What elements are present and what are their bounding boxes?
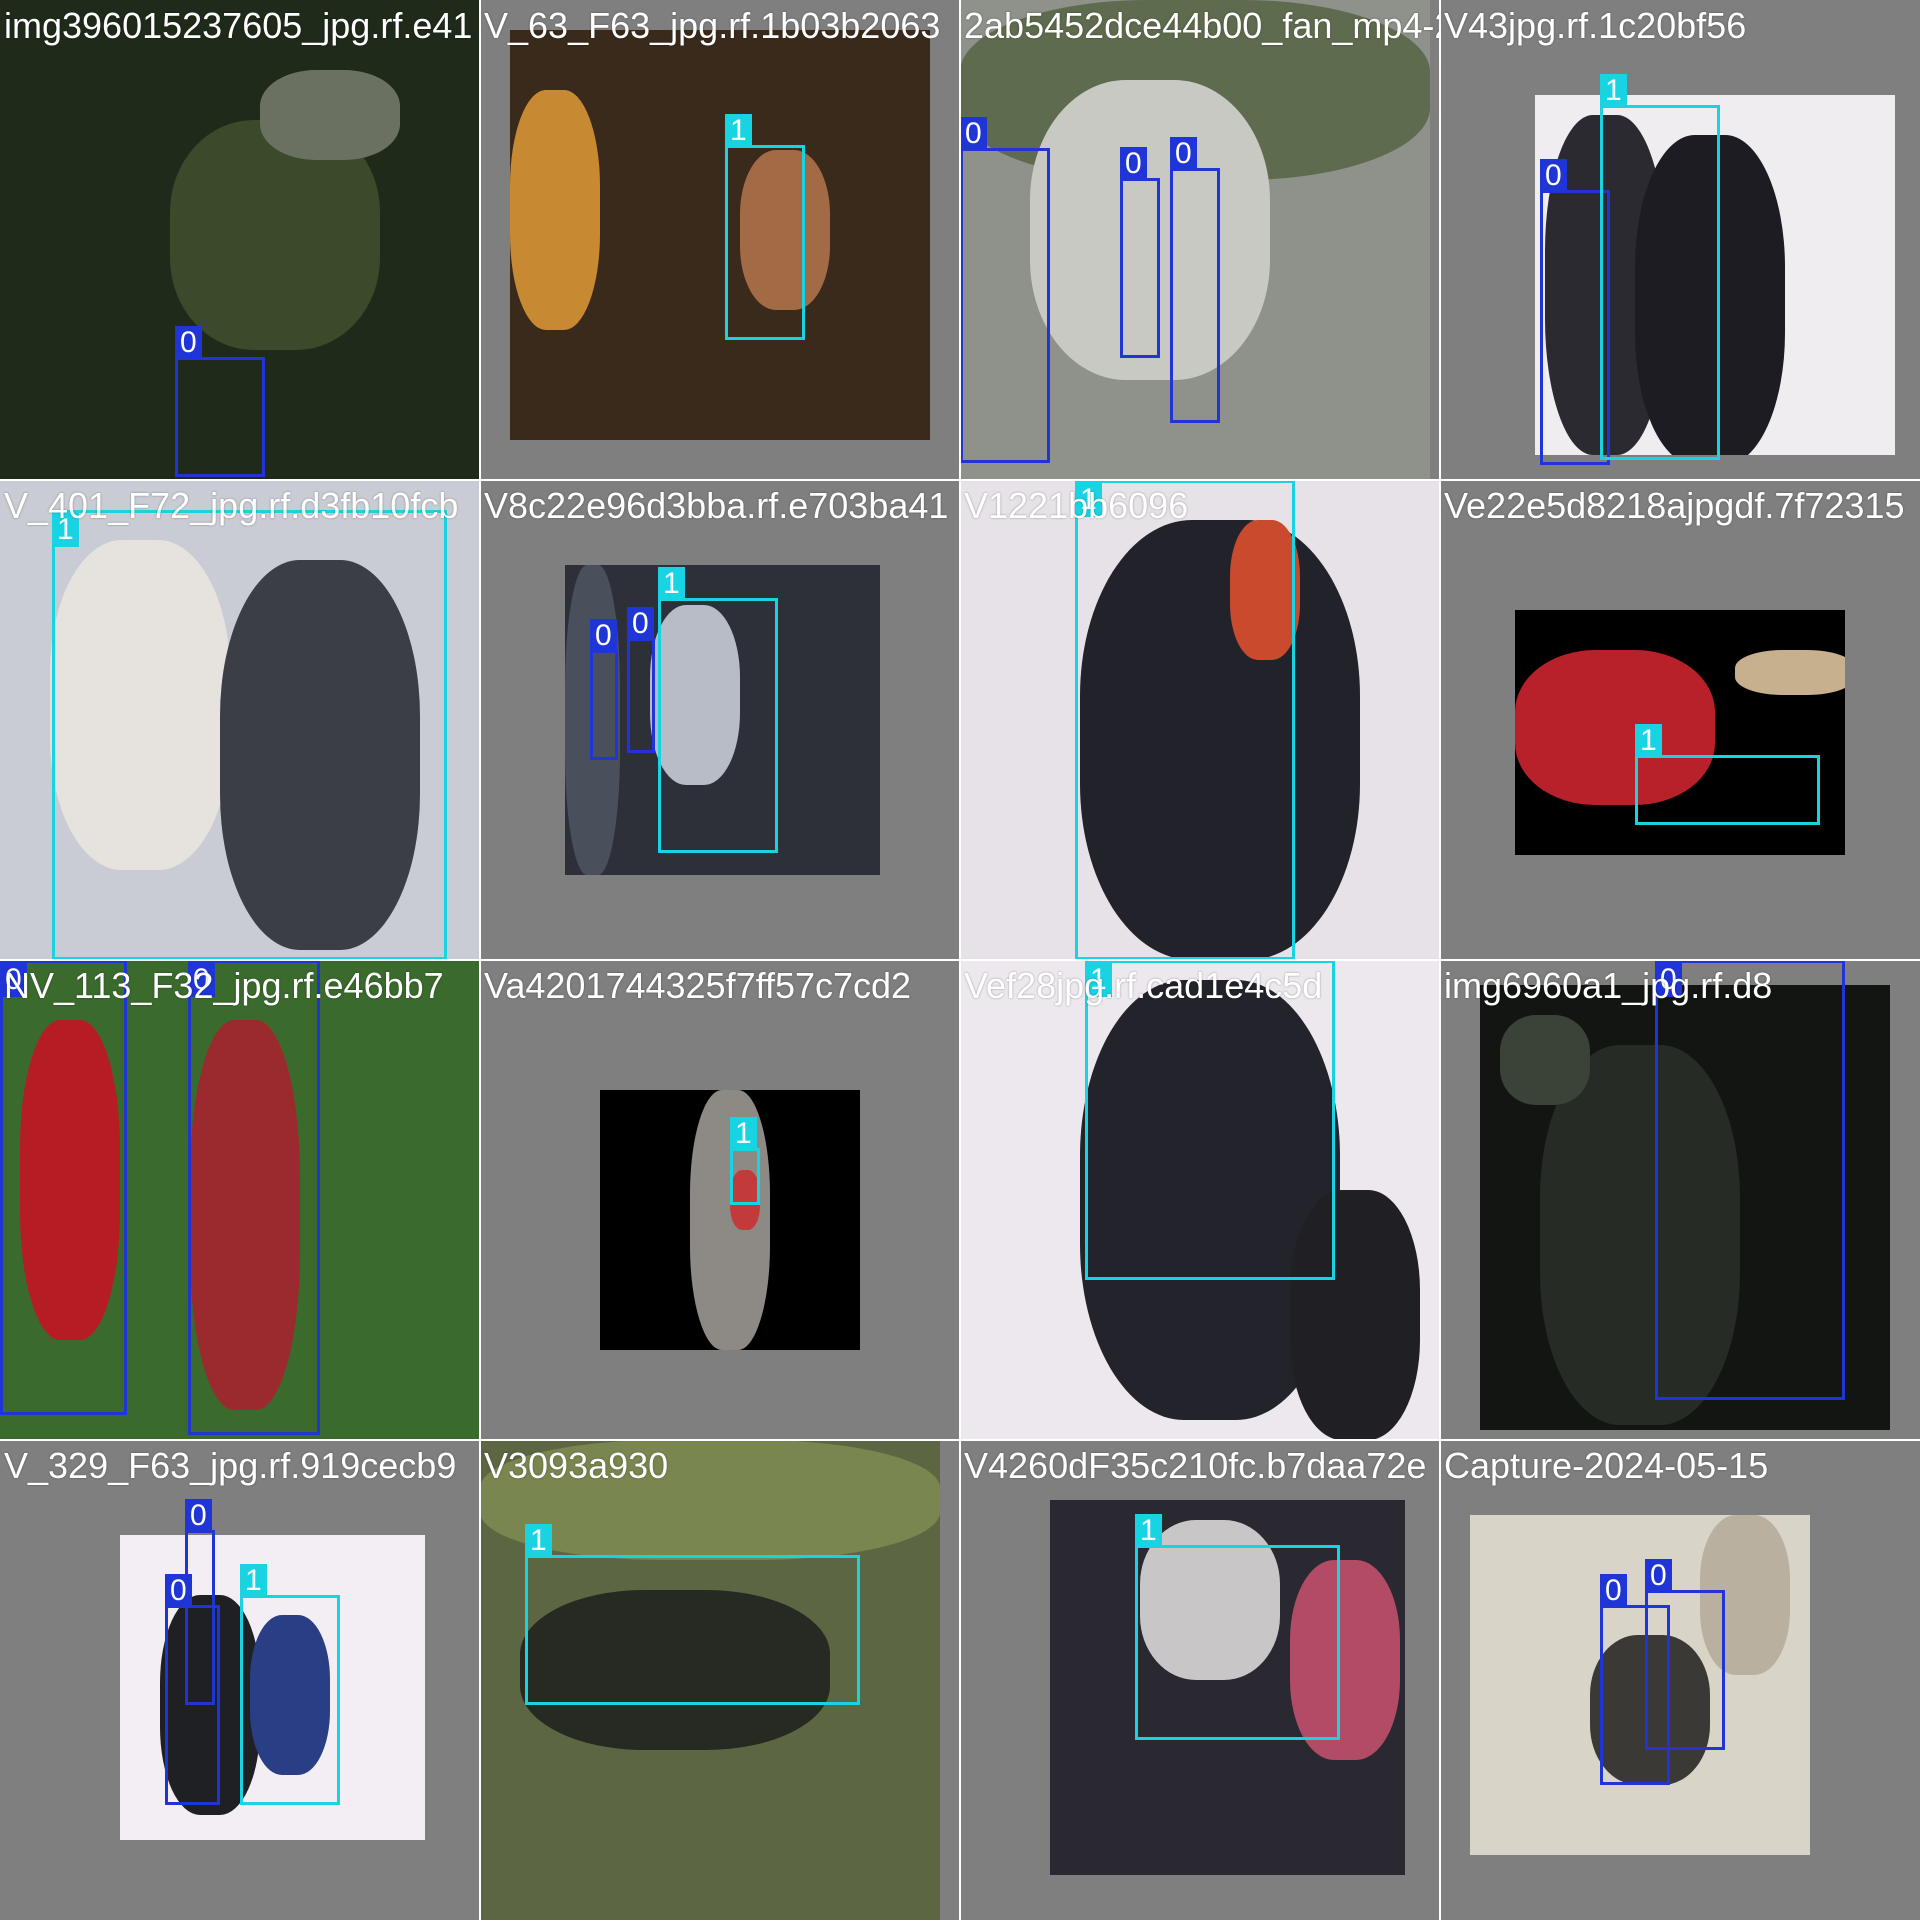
tile-filename: V_329_F63_jpg.rf.919cecb9 [4,1445,457,1486]
class-label: 1 [240,1564,267,1598]
class-label: 1 [525,1524,552,1558]
class-label: 0 [165,1574,192,1608]
bounding-box: 1 [525,1524,860,1705]
mosaic-tile: 1 V1221bb6096 [960,480,1440,960]
bounding-box: 0 [960,117,1050,463]
tile-divider [0,959,1920,961]
bounding-box: 0 [1120,147,1160,358]
bounding-box: 1 [658,567,778,853]
image-region [1735,650,1845,695]
bounding-box: 0 [590,619,618,760]
bounding-box: 0 [165,1574,220,1805]
class-label: 1 [1635,724,1662,758]
class-label: 0 [1600,1574,1627,1608]
bounding-box: 1 [1075,480,1295,960]
bounding-box: 0 [0,960,127,1415]
class-label: 0 [1655,963,1682,997]
class-label: 0 [188,963,215,997]
image-region [510,90,600,330]
bounding-box: 1 [240,1564,340,1805]
class-label: 1 [730,1117,757,1151]
mosaic-tile: 0 0 NV_113_F32_jpg.rf.e46bb7 [0,960,480,1440]
mosaic-tile: 0 img6960a1_jpg.rf.d8 [1440,960,1920,1440]
mosaic-tile: 0 img396015237605_jpg.rf.e41 [0,0,480,480]
class-label: 0 [960,117,987,151]
mosaic-tile: 1 V_401_F72_jpg.rf.d3fb10fcb [0,480,480,960]
tile-filename: Ve22e5d8218ajpgdf.7f72315 [1444,485,1905,526]
tile-divider [0,1439,1920,1441]
tile-image [510,30,930,440]
class-label: 0 [1120,147,1147,181]
bounding-box: 0 [1170,137,1220,423]
class-label: 0 [175,326,202,360]
bounding-box: 0 [175,326,265,477]
class-label: 1 [52,513,79,547]
bounding-box: 1 [1135,1514,1340,1740]
class-label: 0 [185,1499,212,1533]
class-label: 1 [1085,963,1112,997]
bounding-box: 1 [730,1117,760,1205]
bounding-box: 1 [52,510,447,960]
class-label: 0 [627,607,654,641]
bounding-box: 1 [1600,74,1720,460]
mosaic-tile: 0 0 1 V8c22e96d3bba.rf.e703ba41 [480,480,960,960]
tile-filename: Va4201744325f7ff57c7cd2 [484,965,912,1006]
tile-filename: V43jpg.rf.1c20bf56 [1444,5,1747,46]
mosaic-tile: 1 V3093a930 [480,1440,960,1920]
bounding-box: 0 [1645,1559,1725,1750]
class-label: 1 [1075,483,1102,517]
class-label: 0 [1540,159,1567,193]
tile-filename: V8c22e96d3bba.rf.e703ba41 [484,485,949,526]
mosaic-tile: 0 0 Capture-2024-05-15 [1440,1440,1920,1920]
class-label: 1 [725,114,752,148]
mosaic-grid: 0 img396015237605_jpg.rf.e41 1 V_63_F63_jpg… [0,0,1920,1920]
class-label: 0 [590,619,617,653]
image-region [1500,1015,1590,1105]
tile-divider [1439,0,1441,1920]
mosaic-tile: 1 Vef28jpg.rf.cad1e4c5d [960,960,1440,1440]
bounding-box: 1 [725,114,805,340]
mosaic-tile: 1 V4260dF35c210fc.b7daa72e [960,1440,1440,1920]
bounding-box: 0 [1655,960,1845,1400]
mosaic-tile: 1 Va4201744325f7ff57c7cd2 [480,960,960,1440]
bounding-box: 0 [627,607,655,753]
bounding-box: 1 [1085,960,1335,1280]
tile-filename: Capture-2024-05-15 [1444,1445,1769,1486]
bounding-box: 1 [1635,724,1820,825]
mosaic-tile: 1 Ve22e5d8218ajpgdf.7f72315 [1440,480,1920,960]
mosaic-tile: 0 0 0 2ab5452dce44b00_fan_mp4-2 [960,0,1440,480]
class-label: 1 [1135,1514,1162,1548]
mosaic-tile: 0 1 V43jpg.rf.1c20bf56 [1440,0,1920,480]
class-label: 0 [1645,1559,1672,1593]
class-label: 1 [658,567,685,601]
class-label: 0 [1170,137,1197,171]
mosaic-tile: 1 V_63_F63_jpg.rf.1b03b2063 [480,0,960,480]
tile-filename: V4260dF35c210fc.b7daa72e [964,1445,1427,1486]
bounding-box: 0 [188,960,320,1435]
class-label: 1 [1600,74,1627,108]
image-region [260,70,400,160]
mosaic-tile: 0 0 1 V_329_F63_jpg.rf.919cecb9 [0,1440,480,1920]
class-label: 0 [0,963,27,997]
